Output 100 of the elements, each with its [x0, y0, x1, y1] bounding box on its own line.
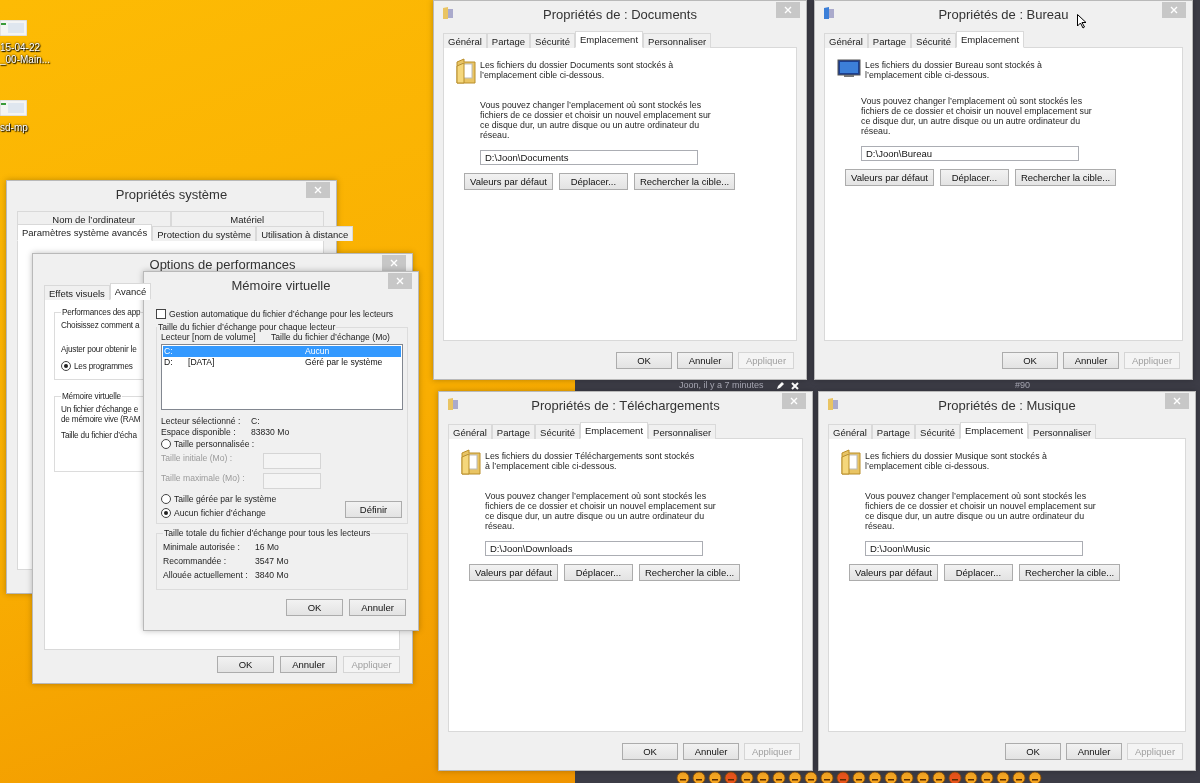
info-label: Lecteur sélectionné :: [161, 416, 242, 427]
close-button[interactable]: [1162, 2, 1186, 18]
file-icon[interactable]: [0, 100, 27, 116]
folder-icon: [442, 6, 454, 20]
close-button[interactable]: [776, 2, 800, 18]
dialog-button[interactable]: Annuler: [683, 743, 739, 760]
dialog-button[interactable]: Annuler: [1063, 352, 1119, 369]
tab[interactable]: Emplacement: [579, 422, 649, 439]
folder-icon: [461, 449, 481, 475]
drive-letter: C:: [164, 346, 174, 357]
action-button[interactable]: Rechercher la cible...: [633, 173, 736, 190]
info-label: Espace disponible :: [161, 427, 237, 438]
tab[interactable]: Utilisation à distance: [256, 226, 354, 241]
close-button[interactable]: [306, 182, 330, 198]
window-title: Propriétés de : Bureau: [938, 7, 1069, 22]
file-icon[interactable]: [0, 20, 27, 36]
dialog-button[interactable]: OK: [616, 352, 672, 369]
location-message: Les fichiers du dossier Bureau sont stockés à l’emplacement cible ci-dessous.: [865, 60, 1043, 80]
total-label: Minimale autorisée :: [163, 542, 241, 553]
tab[interactable]: Personnaliser: [1028, 424, 1097, 439]
dialog-button[interactable]: OK: [622, 743, 678, 760]
folder-icon: [827, 397, 839, 411]
window-title: Propriétés de : Documents: [543, 7, 697, 22]
radio-option[interactable]: Taille personnalisée :: [161, 439, 255, 449]
tab[interactable]: Sécurité: [911, 33, 956, 48]
radio-button[interactable]: [161, 439, 171, 449]
tab[interactable]: Partage: [871, 424, 916, 439]
window-title: Propriétés système: [115, 187, 228, 202]
radio-button[interactable]: [161, 494, 171, 504]
delete-icon[interactable]: [791, 382, 799, 390]
tab[interactable]: Emplacement: [959, 422, 1029, 439]
radio-option[interactable]: Taille gérée par le système: [161, 494, 277, 504]
dialog-button[interactable]: Annuler: [1066, 743, 1122, 760]
info-value: C:: [251, 416, 261, 427]
tab[interactable]: Partage: [491, 424, 536, 439]
action-button[interactable]: Valeurs par défaut: [849, 564, 938, 581]
tab[interactable]: Matériel: [170, 211, 324, 226]
tab[interactable]: Sécurité: [915, 424, 960, 439]
checkbox[interactable]: [156, 309, 166, 319]
radio-button[interactable]: [161, 508, 171, 518]
column-header: Lecteur [nom de volume]: [161, 332, 257, 343]
tab[interactable]: Protection du système: [152, 226, 257, 241]
tab[interactable]: Général: [824, 33, 868, 48]
action-button[interactable]: Valeurs par défaut: [464, 173, 553, 190]
close-button[interactable]: [382, 255, 406, 271]
tab[interactable]: Partage: [486, 33, 531, 48]
tab[interactable]: Général: [828, 424, 872, 439]
group-title: Taille du fichier d’échange pour chaque lecteur: [157, 322, 337, 332]
close-button[interactable]: [1165, 393, 1189, 409]
total-label: Allouée actuellement :: [163, 570, 249, 581]
path-field[interactable]: D:\Joon\Documents: [480, 150, 698, 165]
radio-option[interactable]: Aucun fichier d’échange: [161, 508, 266, 518]
group-title: Performances des app: [61, 308, 142, 317]
tab[interactable]: Paramètres système avancés: [17, 224, 153, 241]
set-button[interactable]: Définir: [345, 501, 402, 518]
dialog-button[interactable]: OK: [1002, 352, 1058, 369]
tab[interactable]: Avancé: [109, 283, 152, 300]
path-field[interactable]: D:\Joon\Downloads: [485, 541, 703, 556]
radio-button[interactable]: [61, 361, 71, 371]
folder-icon: [447, 397, 459, 411]
dialog-button[interactable]: OK: [1005, 743, 1061, 760]
tab[interactable]: Emplacement: [574, 31, 644, 48]
action-button[interactable]: Déplacer...: [943, 564, 1013, 581]
tab[interactable]: Personnaliser: [648, 424, 717, 439]
close-button[interactable]: [388, 273, 412, 289]
action-button[interactable]: Rechercher la cible...: [1014, 169, 1117, 186]
field-label: Taille maximale (Mo) :: [161, 473, 245, 483]
tab[interactable]: Effets visuels: [44, 285, 110, 300]
dialog-button[interactable]: Annuler: [677, 352, 733, 369]
close-icon: [1173, 397, 1181, 405]
radio-option[interactable]: Les programmes: [61, 361, 133, 371]
tab[interactable]: Sécurité: [535, 424, 580, 439]
tab[interactable]: Sécurité: [530, 33, 575, 48]
action-button[interactable]: Rechercher la cible...: [1018, 564, 1121, 581]
tab[interactable]: Général: [448, 424, 492, 439]
path-field[interactable]: D:\Joon\Bureau: [861, 146, 1079, 161]
tab[interactable]: Personnaliser: [643, 33, 712, 48]
action-button[interactable]: Valeurs par défaut: [845, 169, 934, 186]
close-icon: [784, 6, 792, 14]
dialog-button[interactable]: Annuler: [280, 656, 337, 673]
dialog-button[interactable]: OK: [286, 599, 343, 616]
location-explanation: Vous pouvez changer l’emplacement où sont stockés les fichiers de ce dossier et choisir un nouvel emplacement sur ce disque dur, un autre disque ou un autre ordinateur du réseau.: [485, 491, 717, 531]
action-button[interactable]: Valeurs par défaut: [469, 564, 558, 581]
post-number: #90: [1015, 380, 1031, 391]
action-button[interactable]: Déplacer...: [563, 564, 633, 581]
dialog-button[interactable]: Annuler: [349, 599, 406, 616]
action-button[interactable]: Déplacer...: [558, 173, 628, 190]
window-title: Propriétés de : Téléchargements: [531, 398, 720, 413]
total-value: 3840 Mo: [255, 570, 290, 581]
path-field[interactable]: D:\Joon\Music: [865, 541, 1083, 556]
drive-row[interactable]: D: [DATA] Géré par le système: [163, 357, 401, 368]
dialog-button[interactable]: OK: [217, 656, 274, 673]
column-header: Taille du fichier d’échange (Mo): [271, 332, 391, 343]
action-button[interactable]: Déplacer...: [939, 169, 1009, 186]
window-title: Options de performances: [149, 256, 296, 272]
tab[interactable]: Emplacement: [955, 31, 1025, 48]
checkbox-option[interactable]: Gestion automatique du fichier d’échange pour les lecteurs: [156, 309, 394, 319]
tab[interactable]: Général: [443, 33, 487, 48]
tab[interactable]: Partage: [867, 33, 912, 48]
action-button[interactable]: Rechercher la cible...: [638, 564, 741, 581]
